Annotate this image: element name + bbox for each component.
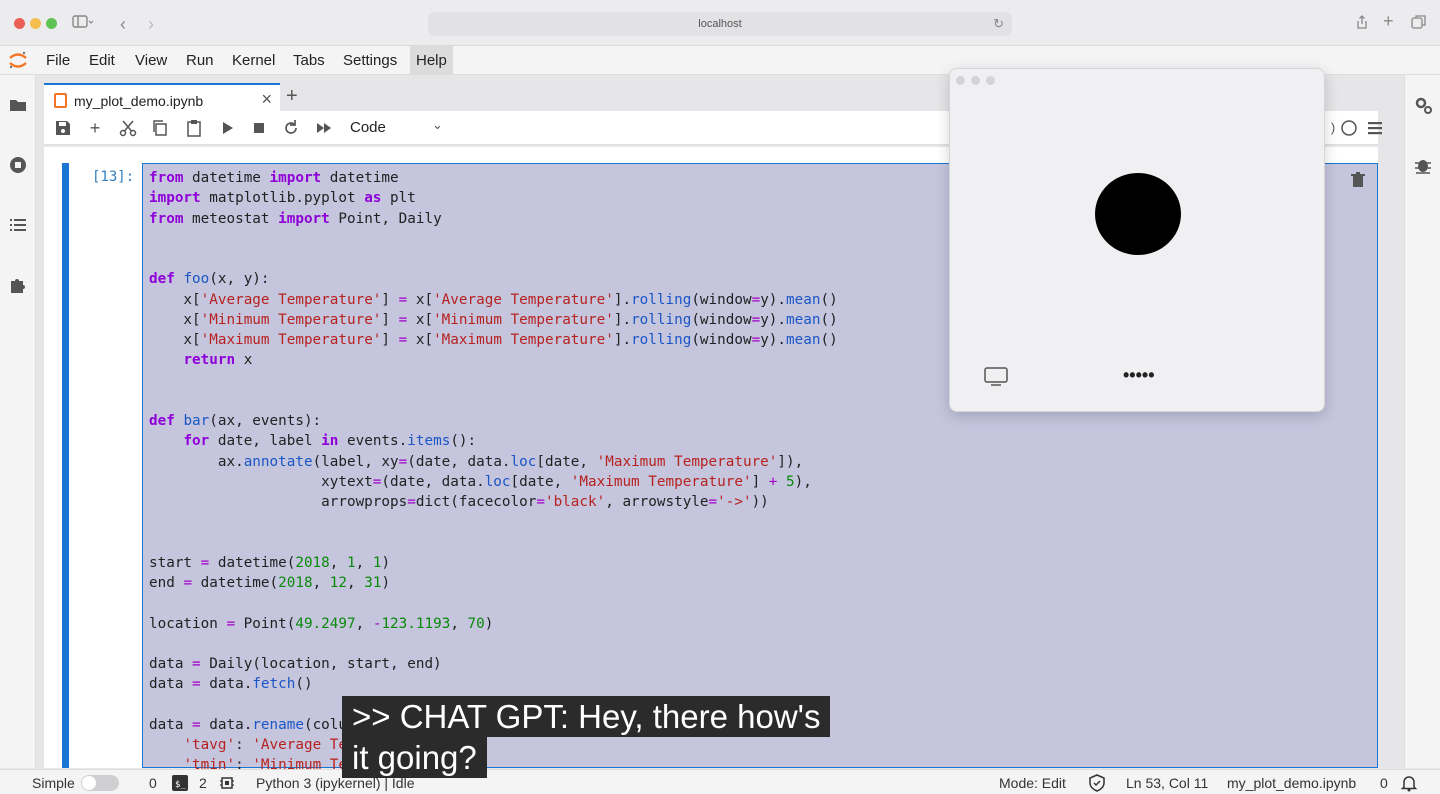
restart-icon[interactable] <box>282 119 300 137</box>
new-tab-icon[interactable]: + <box>1383 11 1394 32</box>
editor-mode: Mode: Edit <box>999 775 1066 791</box>
voice-orb <box>1095 173 1181 255</box>
cursor-position[interactable]: Ln 53, Col 11 <box>1126 775 1208 791</box>
menu-tabs[interactable]: Tabs <box>287 46 331 75</box>
notebook-icon <box>54 93 67 108</box>
zoom-window-button[interactable] <box>46 18 57 29</box>
caption-line-1: >> CHAT GPT: Hey, there how's <box>342 696 831 737</box>
insert-cell-icon[interactable]: + <box>86 119 104 137</box>
minimize-window-button[interactable] <box>30 18 41 29</box>
kernel-status-icon <box>1341 120 1357 136</box>
jupyter-logo-icon <box>9 51 27 69</box>
menu-view[interactable]: View <box>129 46 173 75</box>
tab-title: my_plot_demo.ipynb <box>74 93 204 109</box>
simple-mode-label: Simple <box>32 775 75 791</box>
property-inspector-icon[interactable] <box>1413 95 1433 115</box>
fw-close-button[interactable] <box>956 76 965 85</box>
current-file: my_plot_demo.ipynb <box>1227 775 1357 791</box>
toggle-knob <box>82 776 96 790</box>
cell-type-select[interactable]: Code <box>350 119 386 136</box>
fw-zoom-button[interactable] <box>986 76 995 85</box>
sidebar-toggle-icon[interactable] <box>72 14 94 34</box>
voice-assistant-window: ••••• <box>949 68 1325 412</box>
save-icon[interactable] <box>54 119 72 137</box>
right-sidebar <box>1404 75 1440 768</box>
simple-mode-toggle[interactable] <box>81 775 119 791</box>
menu-kernel[interactable]: Kernel <box>226 46 281 75</box>
forward-icon[interactable]: › <box>148 14 154 35</box>
extensions-icon[interactable] <box>8 275 28 295</box>
caption-line-2: it going? <box>342 737 487 778</box>
screen-share-icon[interactable] <box>984 367 1008 387</box>
cut-icon[interactable] <box>119 119 137 137</box>
kernel-count[interactable]: 2 <box>199 775 207 791</box>
close-tab-icon[interactable]: × <box>261 89 272 110</box>
paste-icon[interactable] <box>185 119 203 137</box>
menu-edit[interactable]: Edit <box>83 46 121 75</box>
address-bar[interactable]: localhost ↻ <box>428 12 1012 36</box>
share-icon[interactable] <box>1355 14 1369 34</box>
bell-icon[interactable] <box>1400 774 1418 792</box>
menu-settings[interactable]: Settings <box>337 46 403 75</box>
left-sidebar <box>0 75 36 768</box>
running-kernels-icon[interactable] <box>8 155 28 175</box>
cell-prompt: [13]: <box>92 169 135 185</box>
more-options-icon[interactable]: ••••• <box>1123 365 1155 386</box>
delete-cell-icon[interactable] <box>1351 172 1365 188</box>
close-window-button[interactable] <box>14 18 25 29</box>
menu-file[interactable]: File <box>40 46 76 75</box>
chevron-down-icon[interactable]: ⌄ <box>432 117 443 133</box>
table-of-contents-icon[interactable] <box>8 215 28 235</box>
terminal-count[interactable]: 0 <box>149 775 157 791</box>
stop-icon[interactable] <box>250 119 268 137</box>
kernel-chip-icon[interactable] <box>219 775 235 791</box>
code-content[interactable]: from datetime import datetime import mat… <box>149 168 838 776</box>
url-text: localhost <box>698 18 742 30</box>
active-cell-indicator[interactable] <box>62 163 69 768</box>
svg-text:$_: $_ <box>175 780 186 790</box>
folder-icon[interactable] <box>8 95 28 115</box>
run-icon[interactable] <box>218 119 236 137</box>
back-icon[interactable]: ‹ <box>120 14 126 35</box>
shield-check-icon[interactable] <box>1089 774 1105 792</box>
browser-toolbar: ‹ › localhost ↻ + <box>0 0 1440 46</box>
menu-run[interactable]: Run <box>180 46 220 75</box>
menu-icon[interactable] <box>1366 119 1384 137</box>
run-all-icon[interactable] <box>315 119 333 137</box>
terminal-icon[interactable]: $_ <box>172 775 188 791</box>
copy-icon[interactable] <box>151 119 169 137</box>
status-bar: Simple 0 $_ 2 Python 3 (ipykernel) | Idl… <box>0 769 1440 794</box>
fw-minimize-button[interactable] <box>971 76 980 85</box>
notification-count[interactable]: 0 <box>1380 775 1388 791</box>
debugger-icon[interactable] <box>1413 155 1433 175</box>
menu-help[interactable]: Help <box>410 46 453 75</box>
tab-overview-icon[interactable] <box>1411 14 1427 34</box>
reload-icon[interactable]: ↻ <box>993 12 1004 36</box>
add-tab-icon[interactable]: + <box>286 85 298 108</box>
